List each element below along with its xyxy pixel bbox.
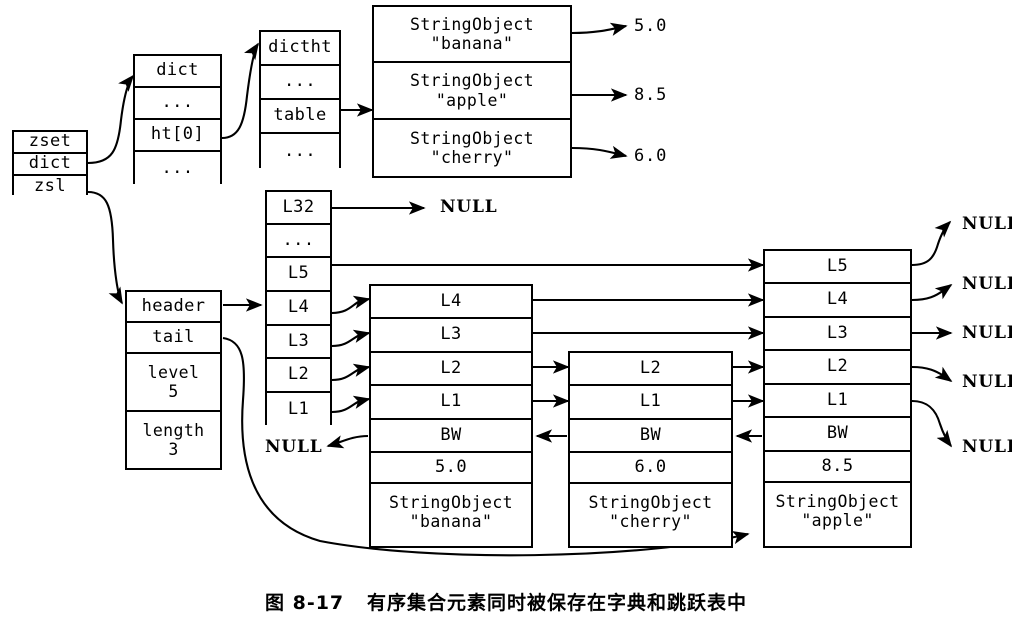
arrow-header-l3-to-banana [331, 329, 371, 348]
arrow-zset-dict-to-dict [87, 74, 135, 165]
zset-struct: zset dict zsl [12, 130, 88, 197]
header-level-l4: L4 [267, 292, 330, 326]
null-label-apple-l5: NULL [962, 214, 1012, 234]
arrow-header-l4-to-banana [331, 295, 371, 315]
null-label-apple-l4: NULL [962, 274, 1012, 294]
hash-entry-row: StringObject "apple" [374, 63, 570, 120]
apple-score: 8.5 [765, 452, 910, 483]
hash-entry-key: "banana" [430, 34, 514, 53]
arrow-apple-l2-to-null [911, 365, 953, 382]
hash-entry-key: "apple" [435, 90, 509, 110]
zskiplist-row-level: level 5 [127, 354, 220, 412]
banana-level-l2: L2 [371, 353, 531, 386]
null-label-apple-l1: NULL [962, 437, 1012, 457]
cherry-object: StringObject "cherry" [570, 484, 731, 540]
hash-entry-row: StringObject "banana" [374, 7, 570, 63]
banana-level-l4: L4 [371, 286, 531, 319]
hash-score-apple: 8.5 [634, 85, 668, 105]
banana-level-l3: L3 [371, 319, 531, 353]
apple-level-l1: L1 [765, 385, 910, 418]
header-level-l3: L3 [267, 326, 330, 359]
dict-row-ellipsis-1: ... [135, 88, 220, 120]
header-level-l2: L2 [267, 359, 330, 393]
hash-entry-row: StringObject "cherry" [374, 120, 570, 176]
figure-canvas: zset dict zsl dict ... ht[0] ... dictht … [0, 0, 1012, 632]
apple-object-member: "apple" [801, 511, 874, 530]
arrow-apple-l1-to-null [911, 399, 953, 448]
banana-object: StringObject "banana" [371, 484, 531, 540]
apple-level-l3: L3 [765, 318, 910, 351]
hash-entry-object: StringObject [409, 14, 534, 34]
null-label-banana-backward: NULL [265, 437, 323, 457]
banana-score: 5.0 [371, 453, 531, 484]
zskiplist-length-value: 3 [168, 440, 179, 459]
dictht-row-ellipsis-2: ... [261, 134, 339, 170]
dictht-row-table: table [261, 100, 339, 134]
hash-entry-key: "cherry" [430, 148, 514, 167]
apple-object-type: StringObject [775, 491, 900, 511]
cherry-score: 6.0 [570, 453, 731, 484]
dict-row-ht0: ht[0] [135, 120, 220, 152]
apple-object: StringObject "apple" [765, 483, 910, 539]
hash-entry-object: StringObject [409, 71, 534, 91]
dict-row-name: dict [135, 56, 220, 88]
dictht-row-ellipsis-1: ... [261, 66, 339, 100]
banana-level-l1: L1 [371, 386, 531, 420]
zskiplist-length-label: length [142, 420, 205, 440]
arrow-banana-bw-to-null [326, 434, 369, 449]
skiplist-node-banana: L4 L3 L2 L1 BW 5.0 StringObject "banana" [369, 284, 533, 548]
header-level-l5: L5 [267, 258, 330, 292]
arrow-banana-score [571, 22, 628, 36]
arrow-ht0-to-dictht [221, 42, 259, 140]
banana-object-member: "banana" [409, 512, 493, 531]
arrow-header-l2-to-banana [331, 363, 371, 382]
hash-entry-table: StringObject "banana" StringObject "appl… [372, 5, 572, 178]
cherry-backward: BW [570, 420, 731, 453]
header-level-l1: L1 [267, 393, 330, 427]
header-level-l32: L32 [267, 192, 330, 225]
skiplist-header-node: L32 ... L5 L4 L3 L2 L1 [265, 190, 332, 427]
null-label-apple-l3: NULL [962, 323, 1012, 343]
dictht-row-name: dictht [261, 32, 339, 66]
arrow-header-l1-to-banana [331, 395, 371, 414]
zskiplist-level-label: level [147, 362, 200, 382]
banana-object-type: StringObject [388, 492, 513, 512]
arrow-zsl-to-zskiplist [87, 190, 123, 305]
null-label-header-l32: NULL [440, 197, 498, 217]
zskiplist-row-length: length 3 [127, 412, 220, 468]
header-level-ellipsis: ... [267, 225, 330, 258]
apple-backward: BW [765, 418, 910, 452]
cherry-object-type: StringObject [588, 492, 713, 512]
zset-row-name: zset [14, 132, 86, 154]
cherry-level-l1: L1 [570, 386, 731, 420]
hash-score-cherry: 6.0 [634, 146, 668, 166]
hash-entry-object: StringObject [409, 128, 534, 148]
apple-level-l5: L5 [765, 251, 910, 284]
banana-backward: BW [371, 420, 531, 453]
dictht-struct: dictht ... table ... [259, 30, 341, 170]
arrow-apple-l5-to-null [911, 220, 952, 267]
arrow-cherry-score [571, 145, 628, 159]
hash-score-banana: 5.0 [634, 16, 668, 36]
zskiplist-row-header: header [127, 292, 220, 323]
dict-row-ellipsis-2: ... [135, 152, 220, 186]
null-label-apple-l2: NULL [962, 372, 1012, 392]
zskiplist-level-value: 5 [168, 382, 179, 401]
apple-level-l2: L2 [765, 351, 910, 385]
apple-level-l4: L4 [765, 284, 910, 318]
dict-struct: dict ... ht[0] ... [133, 54, 222, 186]
zskiplist-row-tail: tail [127, 323, 220, 354]
cherry-object-member: "cherry" [609, 512, 692, 531]
arrow-apple-l4-to-null [911, 284, 953, 302]
figure-caption: 图 8-17 有序集合元素同时被保存在字典和跳跃表中 [264, 592, 747, 614]
zskiplist-struct: header tail level 5 length 3 [125, 290, 222, 470]
skiplist-node-apple: L5 L4 L3 L2 L1 BW 8.5 StringObject "appl… [763, 249, 912, 548]
zset-row-dict: dict [14, 154, 86, 176]
cherry-level-l2: L2 [570, 353, 731, 386]
zset-row-zsl: zsl [14, 176, 86, 197]
skiplist-node-cherry: L2 L1 BW 6.0 StringObject "cherry" [568, 351, 733, 548]
